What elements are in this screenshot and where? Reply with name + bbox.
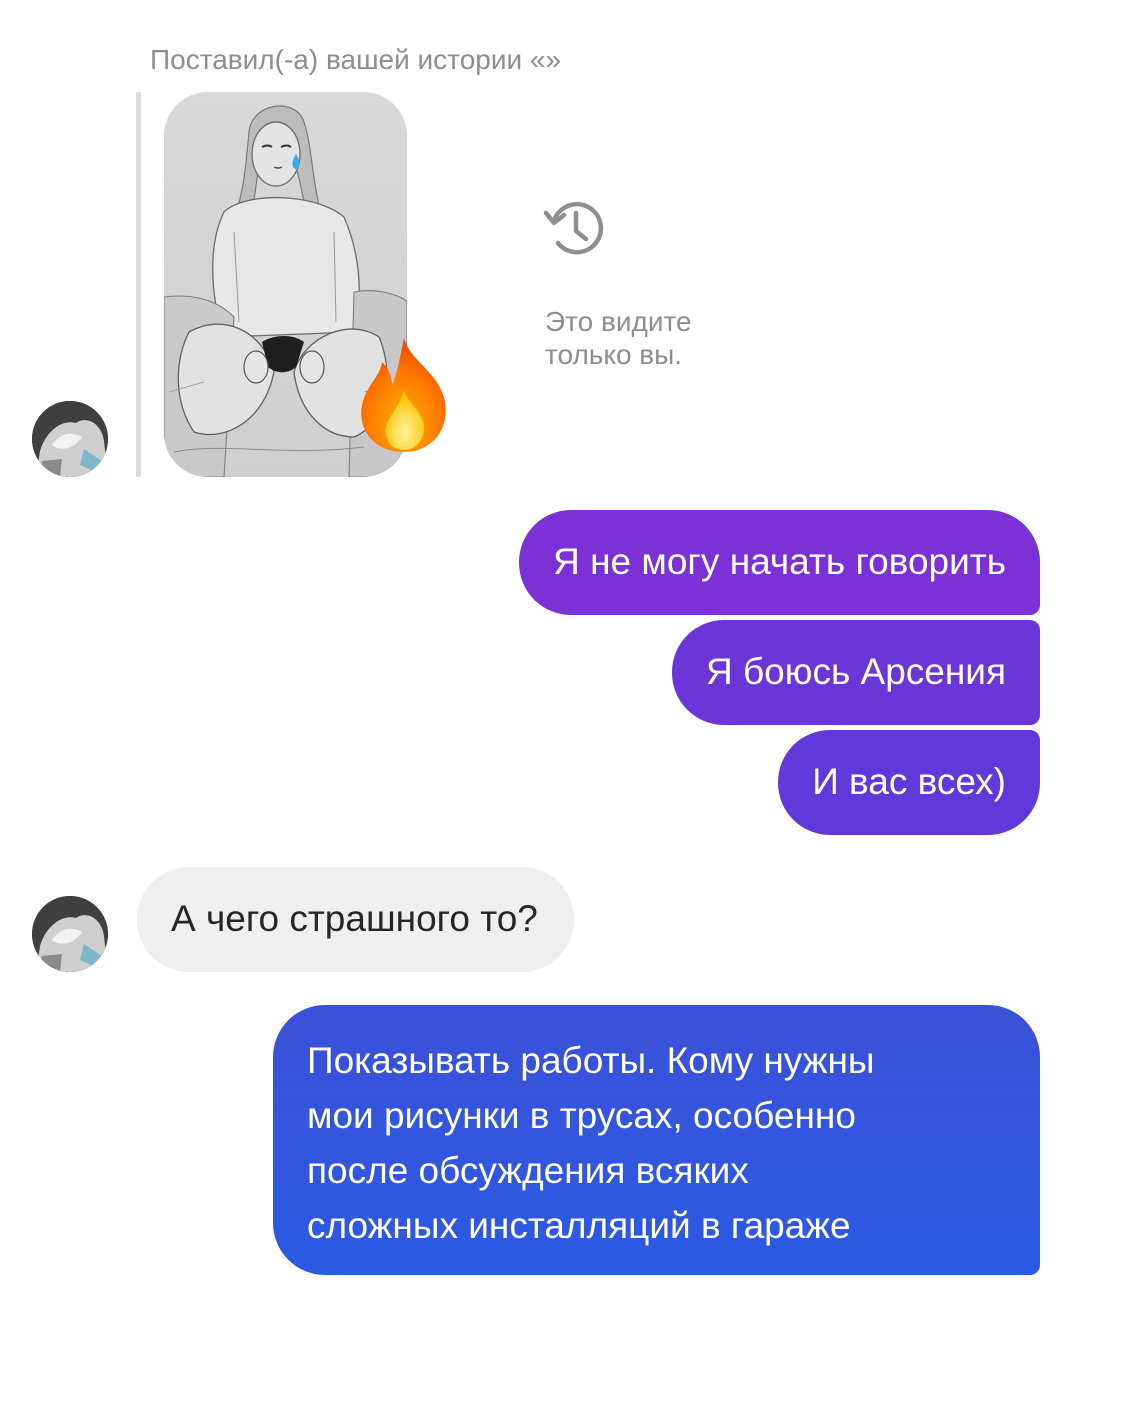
sender-avatar[interactable] [32,401,108,477]
visibility-notice: Это видите только вы. [545,306,692,370]
sender-avatar[interactable] [32,896,108,972]
history-icon [540,191,612,263]
message-bubble-incoming[interactable]: А чего страшного то? [137,867,574,972]
message-bubble-outgoing[interactable]: Я боюсь Арсения [671,620,1040,725]
message-line: мои рисунки в трусах, особенно [307,1095,856,1136]
message-line: сложных инсталляций в гараже [307,1205,851,1246]
fire-reaction-icon [352,334,456,456]
reply-quote-line [136,92,141,477]
message-bubble-outgoing[interactable]: Я не могу начать говорить [519,510,1040,615]
message-bubble-outgoing[interactable]: Показывать работы. Кому нужны мои рисунк… [273,1005,1040,1275]
message-line: Показывать работы. Кому нужны [307,1040,875,1081]
story-reaction-caption: Поставил(-а) вашей истории «» [150,44,562,75]
message-line: после обсуждения всяких [307,1150,749,1191]
message-bubble-outgoing[interactable]: И вас всех) [778,730,1040,835]
